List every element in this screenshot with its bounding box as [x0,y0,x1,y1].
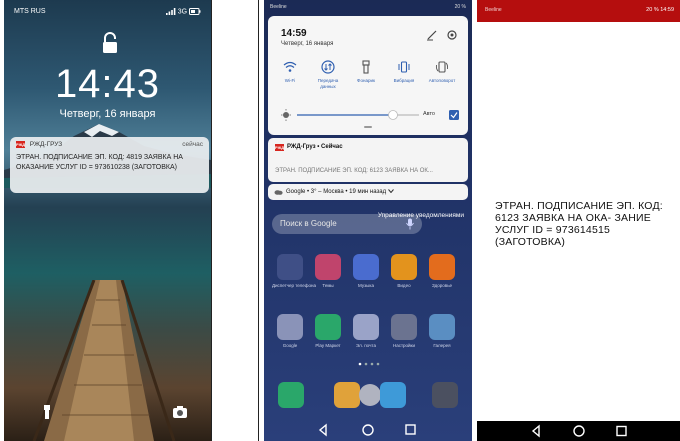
notification-app-name: РЖД-ГРУЗ [29,141,63,148]
app-themes[interactable]: Темы [310,254,346,288]
status-bar: MTS RUS 3G [14,8,201,20]
drag-handle[interactable] [364,126,372,128]
home-icon [573,425,585,437]
carrier-label: Beeline [270,4,287,10]
status-bar: Beeline 20 % [270,3,466,13]
app-health[interactable]: Здоровье [424,254,460,288]
lock-screen: MTS RUS 3G 14:43 Четверг, 16 января РЖД … [4,0,211,441]
app-email[interactable]: Эл. почта [348,314,384,348]
settings-icon [391,314,417,340]
mobile-data-icon [321,60,335,74]
gallery-icon [429,314,455,340]
tile-label: Wi-Fi [284,78,296,83]
quick-settings-panel: 14:59 Четверг, 16 января Wi-Fi Передача … [268,16,468,135]
messages-icon [380,382,406,408]
status-bar: Beeline 20 % 14:59 [477,0,680,22]
recents-icon [405,424,416,435]
divider [211,0,212,441]
rotate-icon [435,61,449,73]
app-gallery[interactable]: Галерея [424,314,460,348]
back-icon [531,424,540,438]
page-indicator [358,362,380,366]
auto-brightness-label: Авто [423,111,435,117]
shield-icon [277,254,303,280]
home-icon [362,424,374,436]
microphone-icon[interactable] [406,218,414,230]
rzd-logo-icon: РЖД [16,141,26,148]
tile-flashlight[interactable]: Фонарик [349,60,383,84]
edit-icon[interactable] [426,29,438,41]
app-music[interactable]: Музыка [348,254,384,288]
google-search-bar[interactable]: Поиск в Google [272,214,422,234]
notification-shade: Beeline 20 % 14:59 Четверг, 16 января Wi… [264,0,472,441]
tile-label: Вибрация [393,78,415,83]
contacts-icon [334,382,360,408]
music-icon [353,254,379,280]
lock-date: Четверг, 16 января [59,108,156,120]
status-icons: 3G [165,8,201,16]
app-play-market[interactable]: Play Маркет [310,314,346,348]
lock-clock: 14:43 [54,62,161,106]
flashlight-icon [362,60,370,74]
back-icon [318,423,327,437]
video-icon [391,254,417,280]
email-icon [353,314,379,340]
rzd-logo-icon: РЖД [275,144,285,151]
app-video[interactable]: Видео [386,254,422,288]
app-google[interactable]: Google [272,314,308,348]
app-settings[interactable]: Настройки [386,314,422,348]
carrier-label: MTS RUS [14,8,46,15]
shade-clock: 14:59 [281,28,307,39]
battery-icon [189,8,201,15]
app-screen: Beeline 20 % 14:59 ЭТРАН. ПОДПИСАНИЕ ЭП.… [477,0,680,441]
camera-icon [432,382,458,408]
signal-icon [165,8,176,15]
google-folder-icon [277,314,303,340]
notification-time: сейчас [182,141,203,148]
tile-vibration[interactable]: Вибрация [387,60,421,84]
tile-label: Автоповорот [428,78,456,83]
themes-icon [315,254,341,280]
phone-icon [278,382,304,408]
sms-notification[interactable]: РЖД РЖД-ГРУЗ сейчас ЭТРАН. ПОДПИСАНИЕ ЭП… [10,137,209,193]
dock [278,382,458,408]
tile-mobile-data[interactable]: Передача данных [311,60,345,90]
recents-icon [616,425,627,437]
vibration-icon [398,61,410,73]
chevron-down-icon[interactable] [387,189,394,194]
camera-icon[interactable] [171,403,189,421]
app-phone-manager[interactable]: Диспетчер телефона [272,254,316,288]
tile-label: Фонарик [357,78,375,83]
notification-text: ЭТРАН. ПОДПИСАНИЕ ЭП. КОД: 6123 ЗАЯВКА Н… [275,168,433,174]
sms-notification[interactable]: РЖД РЖД-Груз • Сейчас ЭТРАН. ПОДПИСАНИЕ … [268,138,468,182]
divider [258,0,259,441]
status-right-text: 20 % 14:59 [646,7,674,13]
flashlight-icon[interactable] [38,403,56,421]
shade-date: Четверг, 16 января [281,41,334,47]
unlock-icon[interactable] [100,32,120,54]
heart-icon [429,254,455,280]
network-type: 3G [177,8,188,16]
navigation-bar [318,423,416,437]
weather-notification[interactable]: Google • 3° – Москва • 19 мин назад [268,184,468,200]
tile-wifi[interactable]: Wi-Fi [273,60,307,84]
tile-label: Передача данных [317,78,339,89]
cloud-icon [274,190,283,195]
notification-app-name: РЖД-Груз • Сейчас [287,144,343,150]
tile-auto-rotate[interactable]: Автоповорот [425,60,459,84]
navigation-bar [477,421,680,441]
weather-text: Google • 3° – Москва • 19 мин назад [286,184,394,200]
play-store-icon [315,314,341,340]
trash-icon [359,384,381,406]
settings-gear-icon[interactable] [446,29,458,41]
sms-message-text: ЭТРАН. ПОДПИСАНИЕ ЭП. КОД: 6123 ЗАЯВКА Н… [495,200,663,248]
wifi-icon [283,61,297,72]
battery-label: 20 % [454,4,466,10]
notification-text: ЭТРАН. ПОДПИСАНИЕ ЭП. КОД: 4819 ЗАЯВКА Н… [16,154,183,171]
carrier-label: Beeline [485,7,502,13]
